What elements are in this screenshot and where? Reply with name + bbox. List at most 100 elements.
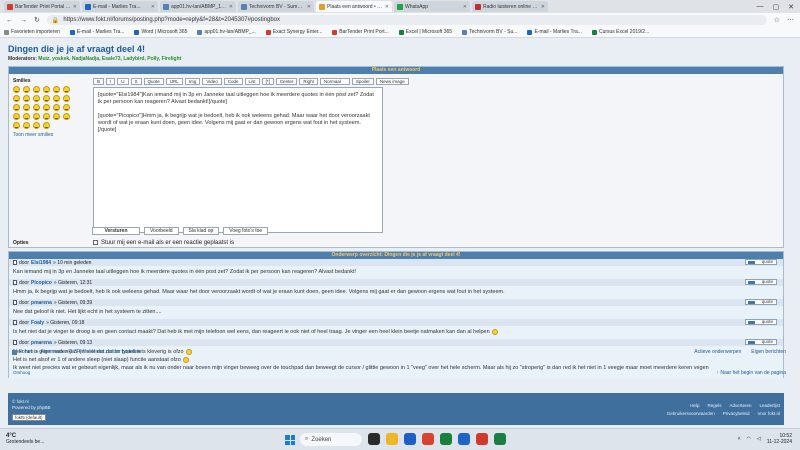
- browser-tab[interactable]: Plaats een antwoord • fokt.nl✕: [316, 1, 392, 12]
- quote-button[interactable]: quote: [745, 259, 777, 265]
- quick-link[interactable]: Actieve onderwerpen: [694, 349, 741, 355]
- preview-button[interactable]: Voorbeeld: [144, 227, 179, 235]
- moderator-list[interactable]: Muiz, yoskek, NadjaNadja, Esale73, Ladyb…: [38, 56, 181, 62]
- post-author[interactable]: Picopico: [31, 280, 52, 286]
- close-icon[interactable]: ✕: [788, 3, 794, 11]
- bookmark-item[interactable]: Favorieten importeren: [4, 29, 60, 35]
- url-input[interactable]: 🔒 https://www.fokt.nl/forums/posting.php…: [46, 15, 767, 25]
- breadcrumb-item[interactable]: Algemeen: [40, 349, 63, 355]
- bbcode-button[interactable]: Normaal: [319, 78, 350, 85]
- reload-icon[interactable]: ↻: [34, 16, 40, 24]
- bbcode-button[interactable]: Code: [223, 78, 243, 85]
- smiley-icon[interactable]: [53, 113, 60, 120]
- tab-close-icon[interactable]: ✕: [229, 4, 233, 10]
- message-textarea[interactable]: [quote="Elsi1984"]Kan iemand mij in 3p e…: [93, 87, 383, 233]
- start-icon[interactable]: [285, 435, 295, 445]
- smiley-icon[interactable]: [13, 122, 20, 129]
- speaker-icon[interactable]: ◁: [757, 436, 761, 442]
- smiley-icon[interactable]: [13, 86, 20, 93]
- bbcode-button[interactable]: Video: [202, 78, 222, 85]
- footer-link[interactable]: Privacybeleid: [723, 411, 750, 416]
- smiley-icon[interactable]: [23, 113, 30, 120]
- smiley-icon[interactable]: [13, 95, 20, 102]
- bbcode-button[interactable]: Quote: [143, 78, 164, 85]
- bookmark-item[interactable]: Word | Microsoft 365: [134, 29, 187, 35]
- bbcode-button[interactable]: I: [106, 78, 116, 85]
- bbcode-button[interactable]: Center: [275, 78, 298, 85]
- bookmark-item[interactable]: E-mail - Marlies Tra...: [527, 29, 582, 35]
- smiley-icon[interactable]: [53, 104, 60, 111]
- breadcrumb-item[interactable]: [LZP] Het leven zonder paarden: [70, 349, 141, 355]
- footer-link[interactable]: Gebruikersvoorwaarden: [667, 411, 715, 416]
- smiley-icon[interactable]: [43, 95, 50, 102]
- smiley-icon[interactable]: [33, 122, 40, 129]
- browser-tab[interactable]: app01.hv-lan/ABMP_100/A2017/...✕: [160, 1, 236, 12]
- smiley-icon[interactable]: [43, 86, 50, 93]
- bookmark-item[interactable]: Cursus Excel 2019/2...: [591, 29, 649, 35]
- smiley-icon[interactable]: [23, 122, 30, 129]
- bbcode-button[interactable]: Right: [299, 78, 318, 85]
- bbcode-button[interactable]: U: [117, 78, 129, 85]
- maximize-icon[interactable]: ▢: [773, 3, 780, 11]
- bbcode-button[interactable]: List: [244, 78, 260, 85]
- more-smilies-link[interactable]: Toon meer smilies: [13, 132, 85, 138]
- footer-link[interactable]: Help: [690, 403, 699, 408]
- pinned-app-icon[interactable]: [458, 433, 470, 445]
- smiley-icon[interactable]: [23, 95, 30, 102]
- taskbar-search[interactable]: ⌕ Zoeken: [300, 433, 362, 446]
- wifi-icon[interactable]: ◠: [747, 436, 751, 442]
- smiley-icon[interactable]: [63, 95, 70, 102]
- smiley-icon[interactable]: [43, 104, 50, 111]
- footer-link[interactable]: Leaderlijst: [759, 403, 780, 408]
- smiley-icon[interactable]: [33, 95, 40, 102]
- tab-close-icon[interactable]: ✕: [307, 4, 311, 10]
- post-author[interactable]: pmarena: [31, 340, 52, 346]
- tab-close-icon[interactable]: ✕: [541, 4, 545, 10]
- bbcode-button[interactable]: News image: [375, 78, 409, 85]
- topic-title[interactable]: Dingen die je je af vraagt deel 4!: [8, 44, 145, 54]
- tab-close-icon[interactable]: ✕: [463, 4, 467, 10]
- browser-tab[interactable]: Radio luisteren online ~ fm ✕: [472, 1, 548, 12]
- bookmark-item[interactable]: Excel | Microsoft 365: [398, 29, 452, 35]
- tab-close-icon[interactable]: ✕: [385, 4, 389, 10]
- smiley-icon[interactable]: [13, 113, 20, 120]
- save-draft-button[interactable]: Sla klad op: [182, 227, 220, 235]
- bbcode-button[interactable]: Img: [184, 78, 201, 85]
- footer-link[interactable]: Voor fokt.nl: [757, 411, 780, 416]
- pinned-app-icon[interactable]: [422, 433, 434, 445]
- quote-button[interactable]: quote: [745, 279, 777, 285]
- add-photos-button[interactable]: Voeg foto's toe: [223, 227, 269, 235]
- smiley-icon[interactable]: [33, 86, 40, 93]
- footer-link[interactable]: Adverteren: [729, 403, 751, 408]
- smiley-icon[interactable]: [13, 104, 20, 111]
- submit-button[interactable]: Versturen: [92, 227, 140, 235]
- smiley-icon[interactable]: [63, 113, 70, 120]
- bbcode-button[interactable]: B: [93, 78, 105, 85]
- footer-link[interactable]: Regels: [707, 403, 721, 408]
- weather-widget[interactable]: 4°C Grotendeels be...: [6, 433, 44, 445]
- pinned-app-icon[interactable]: [368, 433, 380, 445]
- clock[interactable]: 10:52 11-12-2024: [767, 433, 792, 445]
- smiley-icon[interactable]: [53, 86, 60, 93]
- browser-tab[interactable]: E-mail - Marlies Tra... ✕: [82, 1, 158, 12]
- bookmark-item[interactable]: app01.hv-lan/ABMP_...: [197, 29, 256, 35]
- smiley-icon[interactable]: [33, 104, 40, 111]
- smiley-icon[interactable]: [63, 104, 70, 111]
- settings-menu-icon[interactable]: ⋯: [787, 16, 794, 24]
- forward-icon[interactable]: →: [20, 17, 27, 24]
- browser-tab[interactable]: BarTender Print Portal - Seagull S...✕: [4, 1, 80, 12]
- skin-select[interactable]: fokt5 (default): [12, 414, 46, 421]
- pinned-app-icon[interactable]: [404, 433, 416, 445]
- bbcode-button[interactable]: Spoiler: [351, 78, 374, 85]
- tab-close-icon[interactable]: ✕: [151, 4, 155, 10]
- pinned-app-icon[interactable]: [386, 433, 398, 445]
- back-icon[interactable]: ←: [6, 17, 13, 24]
- post-author[interactable]: Elsi1984: [31, 260, 51, 266]
- quote-button[interactable]: quote: [745, 339, 777, 345]
- post-author[interactable]: pmarena: [31, 300, 52, 306]
- smiley-icon[interactable]: [23, 86, 30, 93]
- notify-checkbox[interactable]: [93, 240, 98, 245]
- pinned-app-icon[interactable]: [476, 433, 488, 445]
- tab-close-icon[interactable]: ✕: [73, 4, 77, 10]
- bbcode-button[interactable]: [*]: [261, 78, 274, 85]
